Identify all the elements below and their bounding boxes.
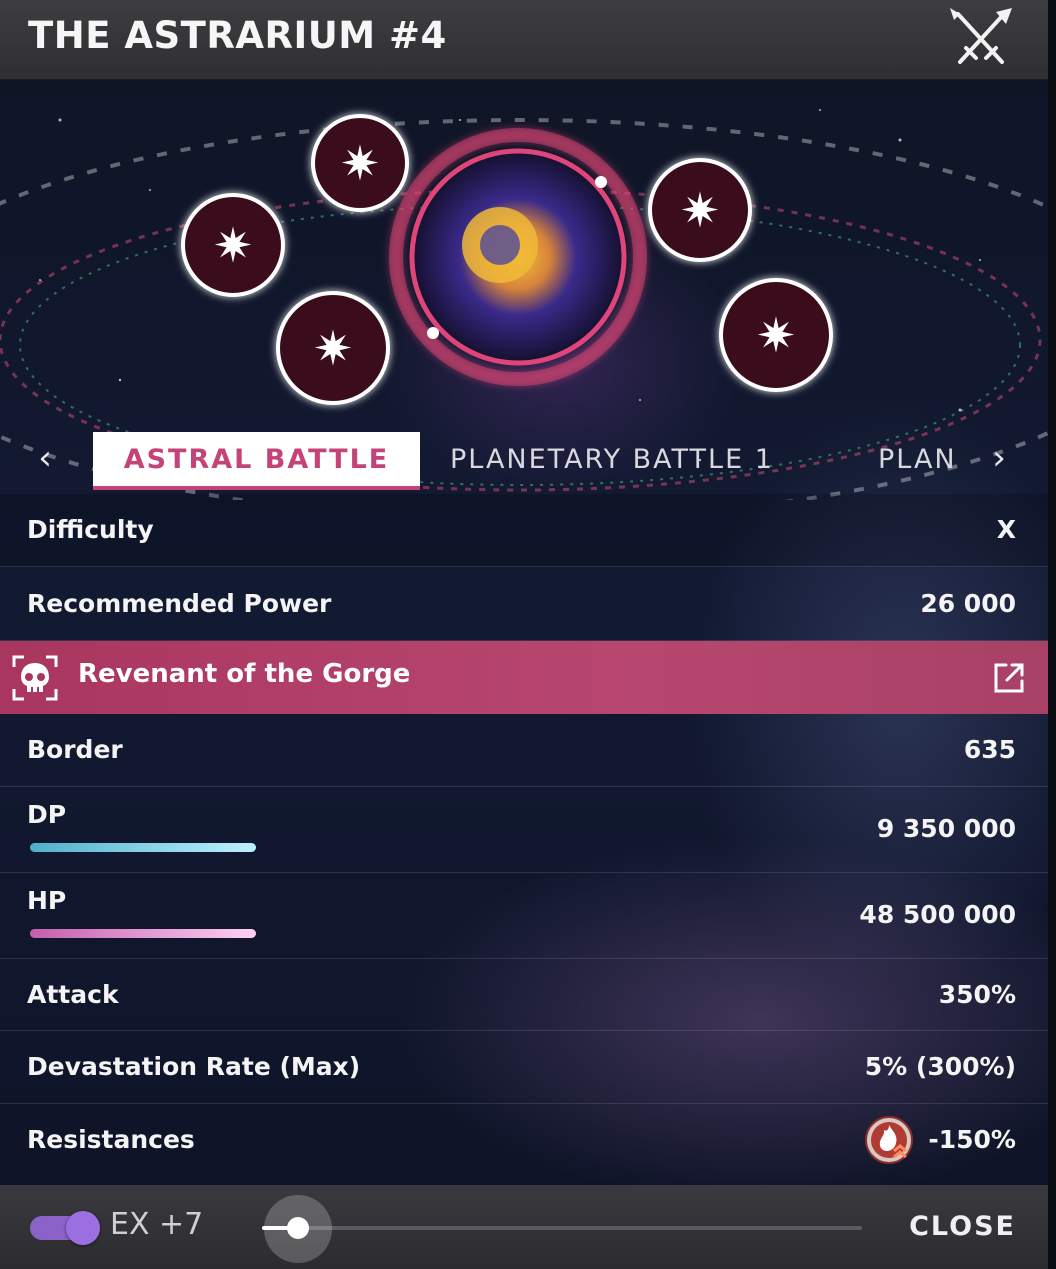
border-value: 635 [963, 735, 1016, 764]
difficulty-row: Difficulty X [0, 494, 1048, 567]
ex-toggle[interactable] [30, 1211, 100, 1245]
devastation-value: 5% (300%) [864, 1052, 1016, 1081]
attack-row: Attack 350% [0, 960, 1048, 1031]
svg-text:✷: ✷ [756, 308, 796, 364]
dp-label: DP [27, 800, 67, 829]
resistances-value: -150% [928, 1125, 1016, 1154]
tab-astral-battle[interactable]: ASTRAL BATTLE [93, 432, 420, 490]
skull-icon [12, 655, 58, 701]
tab-planetary-battle-2[interactable]: PLAN [878, 444, 954, 475]
resistances-row: Resistances -150% [0, 1105, 1048, 1185]
svg-text:✷: ✷ [313, 321, 353, 377]
crossed-swords-icon[interactable] [946, 6, 1016, 70]
hp-row: HP 48 500 000 [0, 874, 1048, 959]
close-button[interactable]: CLOSE [909, 1211, 1016, 1242]
fire-element-icon [865, 1116, 913, 1164]
page-title: THE ASTRARIUM #4 [28, 14, 447, 57]
devastation-label: Devastation Rate (Max) [27, 1052, 361, 1081]
resistances-label: Resistances [27, 1125, 195, 1154]
difficulty-label: Difficulty [27, 515, 154, 544]
svg-text:✷: ✷ [680, 183, 720, 239]
boss-name: Revenant of the Gorge [78, 659, 411, 689]
border-label: Border [27, 735, 123, 764]
ex-slider-track[interactable] [262, 1226, 862, 1230]
dp-row: DP 9 350 000 [0, 788, 1048, 873]
dp-bar [30, 843, 256, 852]
ex-level-label: EX +7 [110, 1207, 204, 1242]
tab-next-arrow[interactable]: › [984, 438, 1014, 478]
recommended-power-label: Recommended Power [27, 589, 332, 618]
ex-slider-knob[interactable] [287, 1217, 309, 1239]
border-row: Border 635 [0, 714, 1048, 787]
dp-value: 9 350 000 [876, 814, 1016, 843]
tab-planetary-battle-1[interactable]: PLANETARY BATTLE 1 [450, 444, 774, 475]
recommended-power-value: 26 000 [920, 589, 1016, 618]
recommended-power-row: Recommended Power 26 000 [0, 568, 1048, 641]
window-edge [1048, 0, 1056, 1269]
hp-bar-fill [30, 929, 256, 938]
svg-text:✷: ✷ [213, 218, 253, 274]
devastation-row: Devastation Rate (Max) 5% (300%) [0, 1032, 1048, 1104]
footer-bar: EX +7 CLOSE [0, 1185, 1048, 1269]
difficulty-value: X [996, 515, 1016, 544]
hp-bar [30, 929, 256, 938]
ex-toggle-knob [66, 1211, 100, 1245]
boss-row[interactable]: Revenant of the Gorge [0, 641, 1048, 714]
attack-value: 350% [938, 980, 1016, 1009]
svg-text:✷: ✷ [340, 136, 380, 192]
tab-prev-arrow[interactable]: ‹ [30, 438, 60, 478]
battle-tabs: ‹ ASTRAL BATTLE PLANETARY BATTLE 1 PLAN … [0, 432, 1048, 490]
external-link-icon[interactable] [992, 661, 1026, 695]
dp-bar-fill [30, 843, 256, 852]
hp-label: HP [27, 886, 67, 915]
header-bar: THE ASTRARIUM #4 [0, 0, 1048, 80]
astrarium-panel: THE ASTRARIUM #4 ✷ ✷ ✷ ✷ ✷ ‹ ASTRAL BATT… [0, 0, 1048, 1269]
attack-label: Attack [27, 980, 119, 1009]
hp-value: 48 500 000 [859, 900, 1016, 929]
